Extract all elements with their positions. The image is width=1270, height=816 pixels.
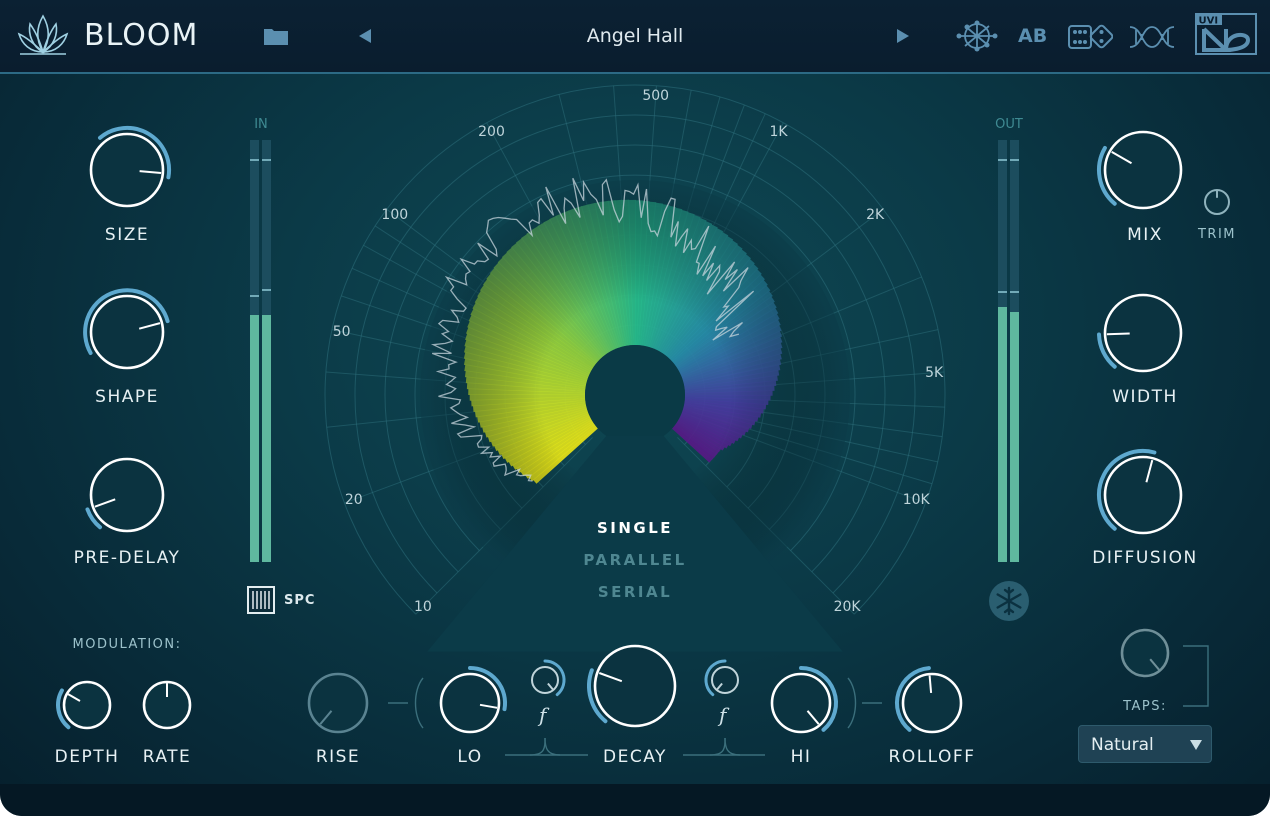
taps-dropdown[interactable]: Natural bbox=[1078, 725, 1212, 763]
lo-filter-glyph: f bbox=[539, 703, 547, 727]
rate-knob[interactable] bbox=[142, 680, 192, 730]
hi-knob[interactable] bbox=[770, 666, 838, 734]
footer-bar bbox=[0, 784, 1270, 816]
trim-label: TRIM bbox=[1197, 227, 1237, 242]
knob-layer bbox=[56, 125, 1230, 734]
rolloff-label: ROLLOFF bbox=[888, 747, 976, 767]
chevron-down-icon bbox=[1190, 740, 1202, 750]
shape-knob[interactable] bbox=[83, 288, 170, 370]
hi-filter-knob[interactable] bbox=[704, 659, 739, 697]
rate-label: RATE bbox=[142, 747, 192, 767]
size-label: SIZE bbox=[104, 225, 150, 245]
diffusion-knob[interactable] bbox=[1096, 449, 1183, 535]
depth-label: DEPTH bbox=[54, 747, 120, 767]
mix-label: MIX bbox=[1127, 225, 1163, 245]
decay-label: DECAY bbox=[603, 747, 667, 767]
mix-knob[interactable] bbox=[1097, 130, 1183, 210]
bloom-plugin-window: BLOOM Angel Hall AB UVI IN SPC OUT 10 20… bbox=[0, 0, 1270, 816]
rolloff-knob[interactable] bbox=[895, 666, 963, 734]
depth-knob[interactable] bbox=[56, 680, 112, 730]
taps-label: TAPS: bbox=[1123, 699, 1167, 714]
shape-label: SHAPE bbox=[95, 387, 159, 407]
lo-knob[interactable] bbox=[439, 665, 508, 734]
taps-selected-value: Natural bbox=[1091, 735, 1154, 755]
lo-filter-knob[interactable] bbox=[531, 659, 566, 697]
hi-label: HI bbox=[790, 747, 812, 767]
rise-label: RISE bbox=[315, 747, 361, 767]
width-knob[interactable] bbox=[1097, 293, 1183, 373]
size-knob[interactable] bbox=[89, 125, 171, 208]
pre-delay-label: PRE-DELAY bbox=[73, 548, 181, 568]
hi-filter-glyph: f bbox=[719, 703, 727, 727]
lo-label: LO bbox=[457, 747, 483, 767]
trim-knob[interactable] bbox=[1204, 189, 1230, 215]
taps-knob[interactable] bbox=[1120, 628, 1170, 678]
modulation-label: MODULATION: bbox=[72, 637, 182, 652]
rise-knob[interactable] bbox=[307, 672, 369, 734]
width-label: WIDTH bbox=[1112, 387, 1178, 407]
decay-knob[interactable] bbox=[587, 644, 677, 728]
diffusion-label: DIFFUSION bbox=[1092, 548, 1198, 568]
pre-delay-knob[interactable] bbox=[85, 457, 165, 533]
